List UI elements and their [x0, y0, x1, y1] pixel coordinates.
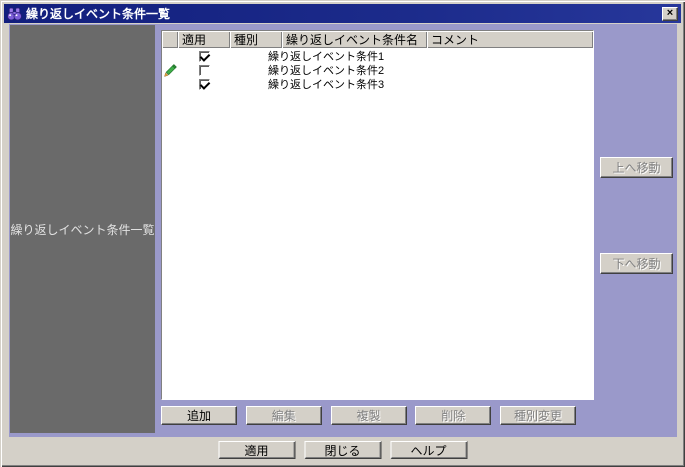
- list-button-row: 追加 編集 複製 削除 種別変更: [161, 406, 576, 425]
- duplicate-button[interactable]: 複製: [330, 406, 407, 425]
- add-button[interactable]: 追加: [161, 406, 237, 425]
- apply-cell: [178, 50, 230, 62]
- apply-button[interactable]: 適用: [218, 441, 295, 459]
- dialog-button-row: 適用 閉じる ヘルプ: [218, 441, 467, 459]
- delete-button[interactable]: 削除: [415, 406, 492, 425]
- column-header-name[interactable]: 繰り返しイベント条件名: [282, 31, 427, 48]
- edit-indicator-cell: [162, 63, 178, 77]
- table-row[interactable]: 繰り返しイベント条件1: [162, 49, 593, 63]
- apply-checkbox[interactable]: [198, 50, 210, 62]
- table-header: 適用 種別 繰り返しイベント条件名 コメント: [162, 31, 593, 48]
- apply-cell: [178, 64, 230, 76]
- edit-indicator-cell: [162, 78, 178, 91]
- edit-indicator-cell: [162, 50, 178, 63]
- dialog-window: 繰り返しイベント条件一覧 × 繰り返しイベント条件一覧 適用 種別 繰り返しイベ…: [0, 0, 685, 467]
- dialog-content: 繰り返しイベント条件一覧 適用 種別 繰り返しイベント条件名 コメント 繰り返し…: [9, 24, 677, 437]
- table-body: 繰り返しイベント条件1 繰り返しイベント条件2 繰り返しイベント条件3: [162, 48, 593, 399]
- sidebar-label: 繰り返しイベント条件一覧: [10, 222, 155, 237]
- column-header-indicator[interactable]: [162, 31, 178, 48]
- edit-button[interactable]: 編集: [245, 406, 322, 425]
- table-row[interactable]: 繰り返しイベント条件3: [162, 77, 593, 91]
- move-down-button[interactable]: 下へ移動: [600, 253, 673, 274]
- sidebar-panel: 繰り返しイベント条件一覧: [10, 25, 155, 433]
- window-title: 繰り返しイベント条件一覧: [26, 7, 171, 21]
- table-row[interactable]: 繰り返しイベント条件2: [162, 63, 593, 77]
- apply-cell: [178, 78, 230, 90]
- column-header-comment[interactable]: コメント: [427, 31, 593, 48]
- column-header-apply[interactable]: 適用: [178, 31, 230, 48]
- change-type-button[interactable]: 種別変更: [500, 406, 576, 425]
- pencil-icon: [163, 63, 177, 77]
- move-up-button[interactable]: 上へ移動: [600, 157, 673, 178]
- condition-table: 適用 種別 繰り返しイベント条件名 コメント 繰り返しイベント条件1 繰り返しイ…: [161, 30, 594, 400]
- condition-name[interactable]: 繰り返しイベント条件3: [268, 76, 438, 92]
- apply-checkbox[interactable]: [198, 78, 210, 90]
- column-header-type[interactable]: 種別: [230, 31, 282, 48]
- close-button[interactable]: ×: [662, 6, 678, 21]
- help-button[interactable]: ヘルプ: [390, 441, 467, 459]
- title-bar[interactable]: 繰り返しイベント条件一覧 ×: [4, 4, 681, 23]
- binoculars-icon: [7, 7, 22, 20]
- apply-checkbox[interactable]: [198, 64, 210, 76]
- close-dialog-button[interactable]: 閉じる: [304, 441, 381, 459]
